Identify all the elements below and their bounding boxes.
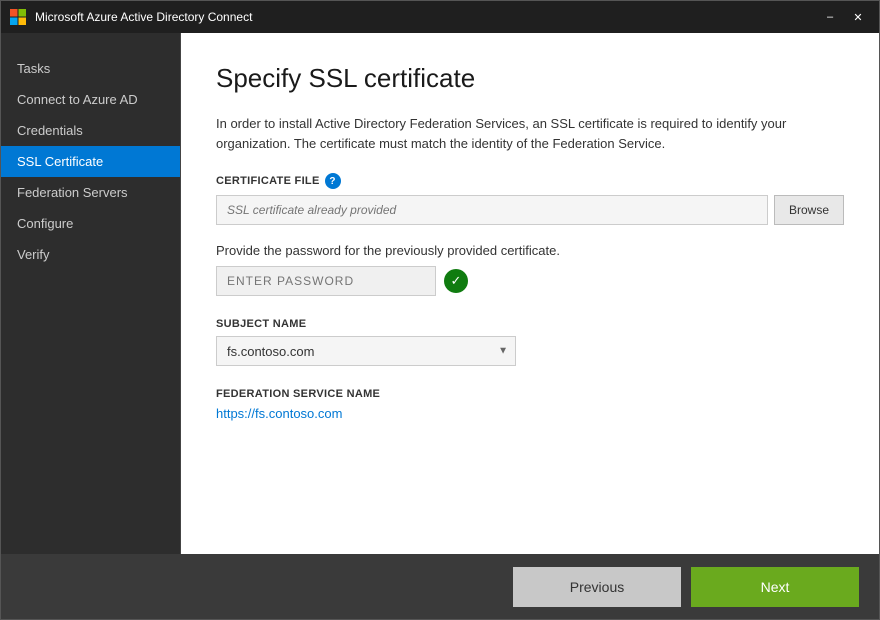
page-title: Specify SSL certificate	[216, 63, 844, 94]
password-valid-icon: ✓	[444, 269, 468, 293]
close-button[interactable]: ✕	[845, 7, 871, 27]
certificate-file-label: CERTIFICATE FILE ?	[216, 173, 844, 189]
sidebar-item-configure[interactable]: Configure	[1, 208, 180, 239]
federation-service-name-value: https://fs.contoso.com	[216, 406, 342, 421]
previous-button[interactable]: Previous	[513, 567, 681, 607]
main-content: Tasks Connect to Azure AD Credentials SS…	[1, 33, 879, 554]
password-row: ✓	[216, 266, 844, 296]
next-button[interactable]: Next	[691, 567, 859, 607]
password-input[interactable]	[216, 266, 436, 296]
subject-name-section: SUBJECT NAME fs.contoso.com ▼	[216, 318, 844, 366]
certificate-file-input[interactable]	[216, 195, 768, 225]
subject-name-label: SUBJECT NAME	[216, 318, 844, 330]
sidebar-item-connect-azure-ad[interactable]: Connect to Azure AD	[1, 84, 180, 115]
window-controls: – ✕	[817, 7, 871, 27]
app-icon	[9, 8, 27, 26]
sidebar-item-ssl-certificate[interactable]: SSL Certificate	[1, 146, 180, 177]
description-text: In order to install Active Directory Fed…	[216, 114, 844, 153]
sidebar: Tasks Connect to Azure AD Credentials SS…	[1, 33, 181, 554]
window-title: Microsoft Azure Active Directory Connect	[35, 10, 817, 24]
sidebar-item-federation-servers[interactable]: Federation Servers	[1, 177, 180, 208]
certificate-file-row: Browse	[216, 195, 844, 225]
password-section: Provide the password for the previously …	[216, 243, 844, 296]
footer: Previous Next	[1, 554, 879, 619]
titlebar: Microsoft Azure Active Directory Connect…	[1, 1, 879, 33]
browse-button[interactable]: Browse	[774, 195, 844, 225]
minimize-button[interactable]: –	[817, 7, 843, 27]
sidebar-item-verify[interactable]: Verify	[1, 239, 180, 270]
app-window: Microsoft Azure Active Directory Connect…	[0, 0, 880, 620]
sidebar-item-credentials[interactable]: Credentials	[1, 115, 180, 146]
subject-name-wrapper: fs.contoso.com ▼	[216, 336, 516, 366]
federation-service-name-label: FEDERATION SERVICE NAME	[216, 388, 844, 400]
content-area: Specify SSL certificate In order to inst…	[181, 33, 879, 554]
federation-service-name-section: FEDERATION SERVICE NAME https://fs.conto…	[216, 388, 844, 421]
subject-name-select[interactable]: fs.contoso.com	[216, 336, 516, 366]
sidebar-item-tasks[interactable]: Tasks	[1, 53, 180, 84]
help-icon[interactable]: ?	[325, 173, 341, 189]
password-description: Provide the password for the previously …	[216, 243, 844, 258]
